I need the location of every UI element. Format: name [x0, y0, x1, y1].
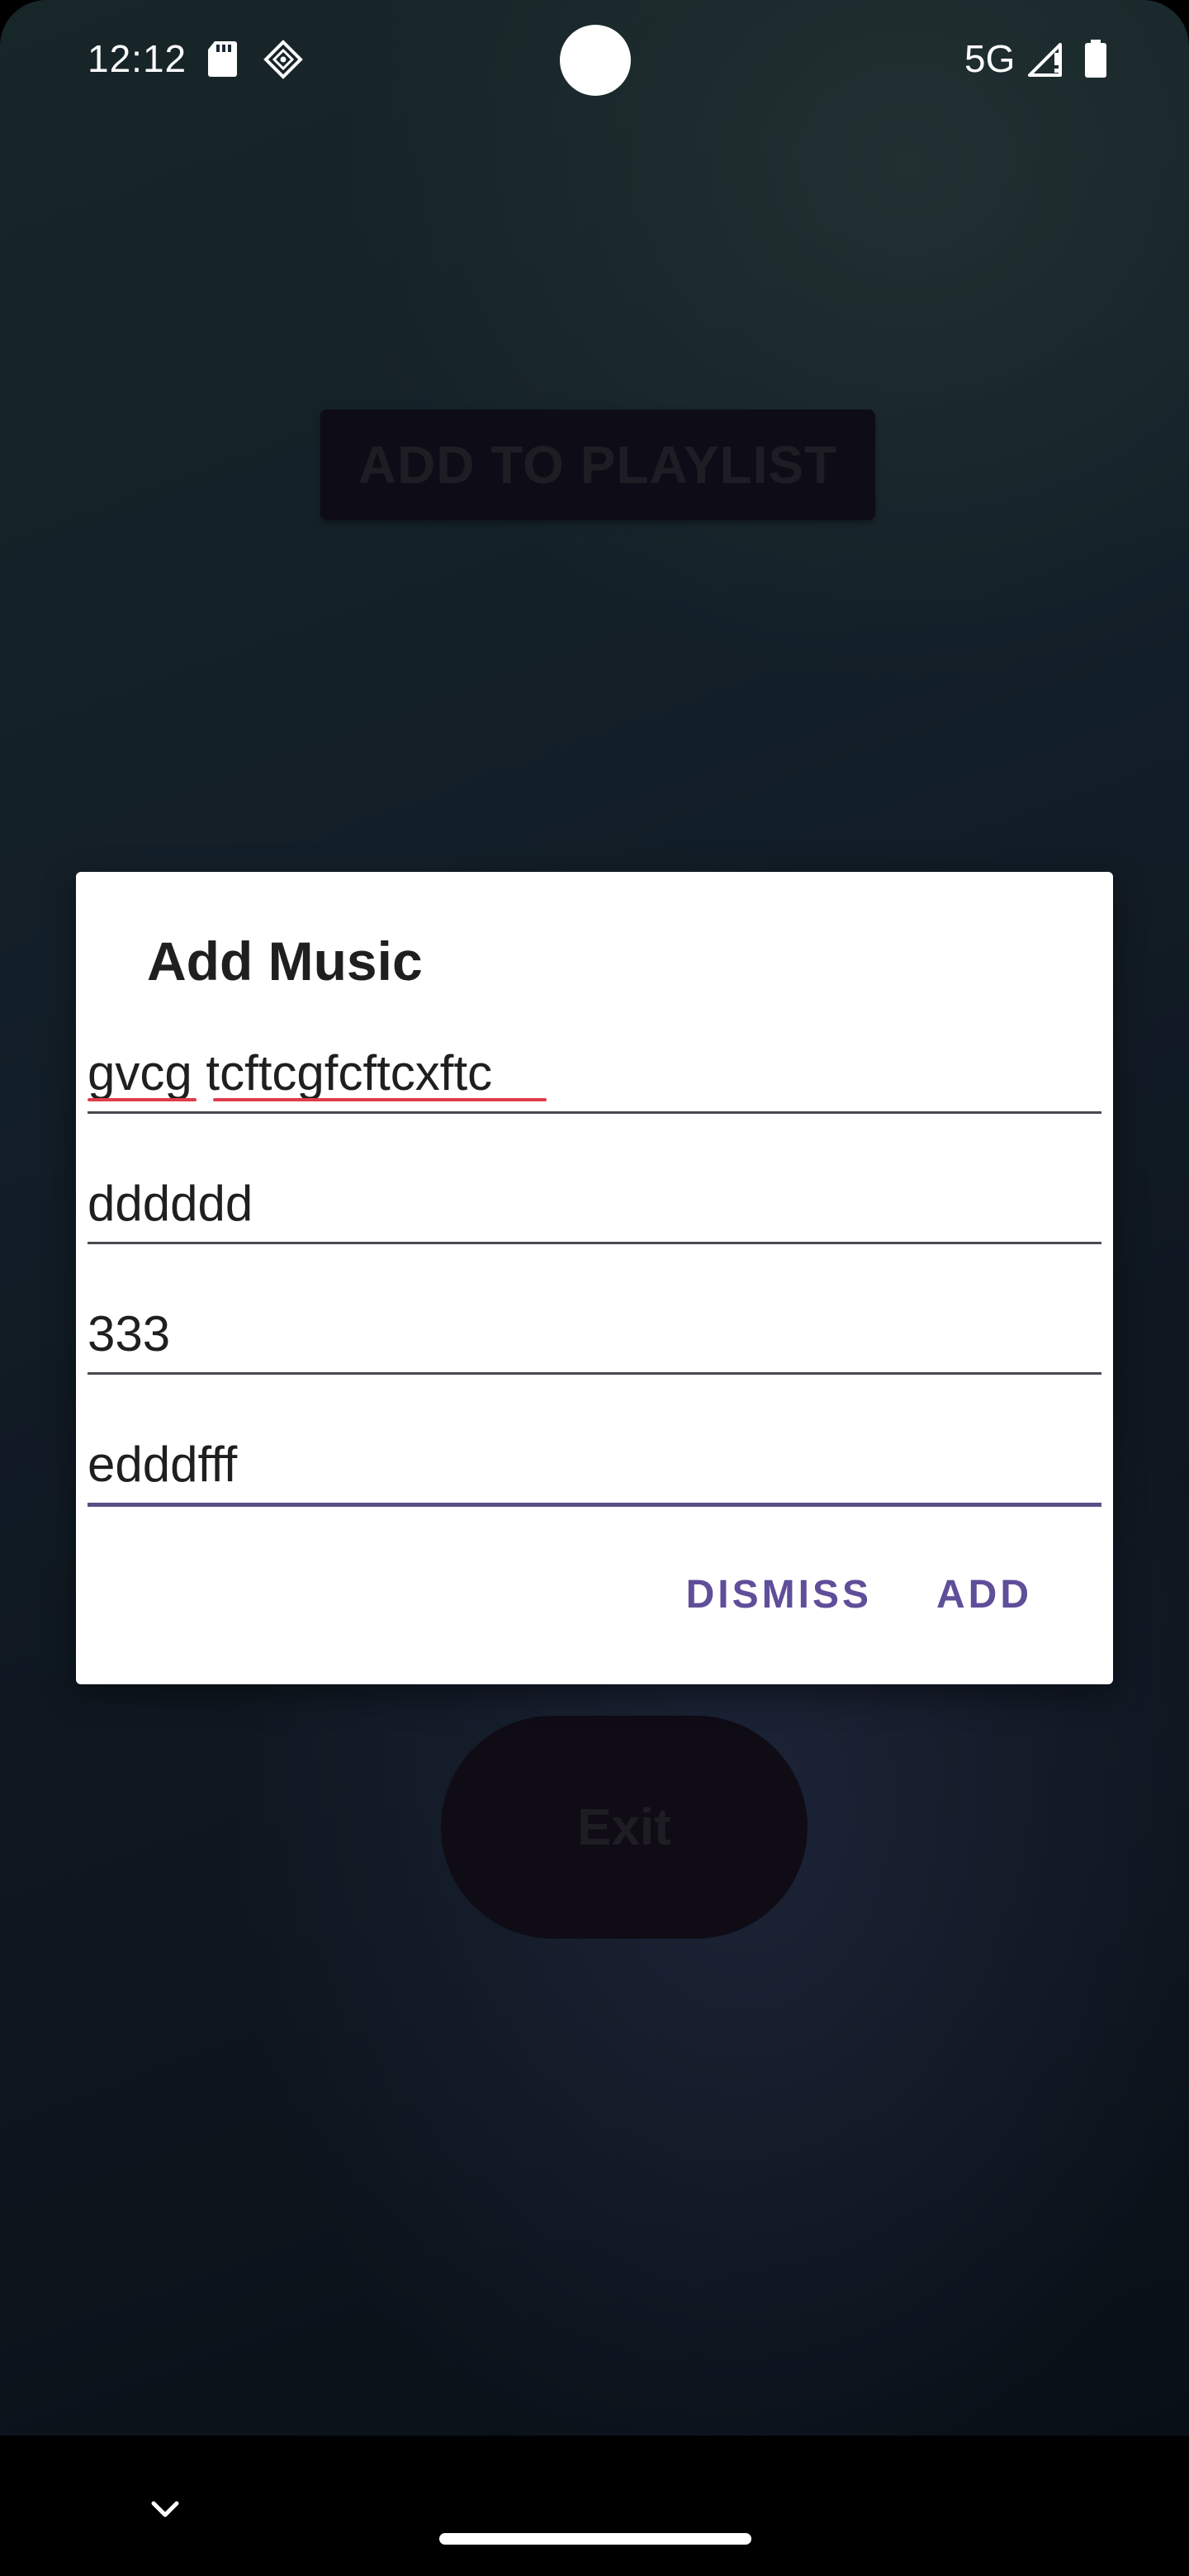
camera-cutout — [560, 25, 631, 96]
navigation-bar — [0, 2436, 1189, 2576]
music-name-field[interactable] — [88, 1034, 1101, 1116]
genre-field[interactable] — [88, 1425, 1101, 1508]
signal-icon — [1027, 40, 1065, 78]
add-button[interactable]: ADD — [936, 1572, 1032, 1617]
network-type: 5G — [964, 37, 1016, 80]
field-underline — [88, 1111, 1101, 1114]
sd-card-icon — [206, 40, 241, 78]
genre-input[interactable] — [88, 1425, 1101, 1503]
spellcheck-underline — [88, 1098, 197, 1101]
dismiss-button[interactable]: DISMISS — [686, 1572, 872, 1617]
spellcheck-underline — [213, 1098, 547, 1101]
duration-input[interactable] — [88, 1295, 1101, 1372]
app-notification-icon — [263, 40, 304, 79]
duration-field[interactable] — [88, 1295, 1101, 1377]
battery-icon — [1083, 40, 1108, 78]
chevron-down-icon[interactable] — [145, 2493, 185, 2526]
field-underline — [88, 1242, 1101, 1244]
status-bar: 12:12 5G — [0, 0, 1189, 119]
dialog-title: Add Music — [147, 930, 423, 992]
field-underline-focused — [88, 1503, 1101, 1507]
home-pill[interactable] — [439, 2533, 751, 2545]
screen: ADD TO PLAYLIST Exit 12:12 5G Add Music … — [0, 0, 1189, 2576]
field-underline — [88, 1372, 1101, 1375]
status-time: 12:12 — [88, 37, 187, 80]
artist-input[interactable] — [88, 1164, 1101, 1242]
artist-field[interactable] — [88, 1164, 1101, 1247]
add-music-dialog: Add Music DISMISS ADD — [76, 872, 1113, 1684]
